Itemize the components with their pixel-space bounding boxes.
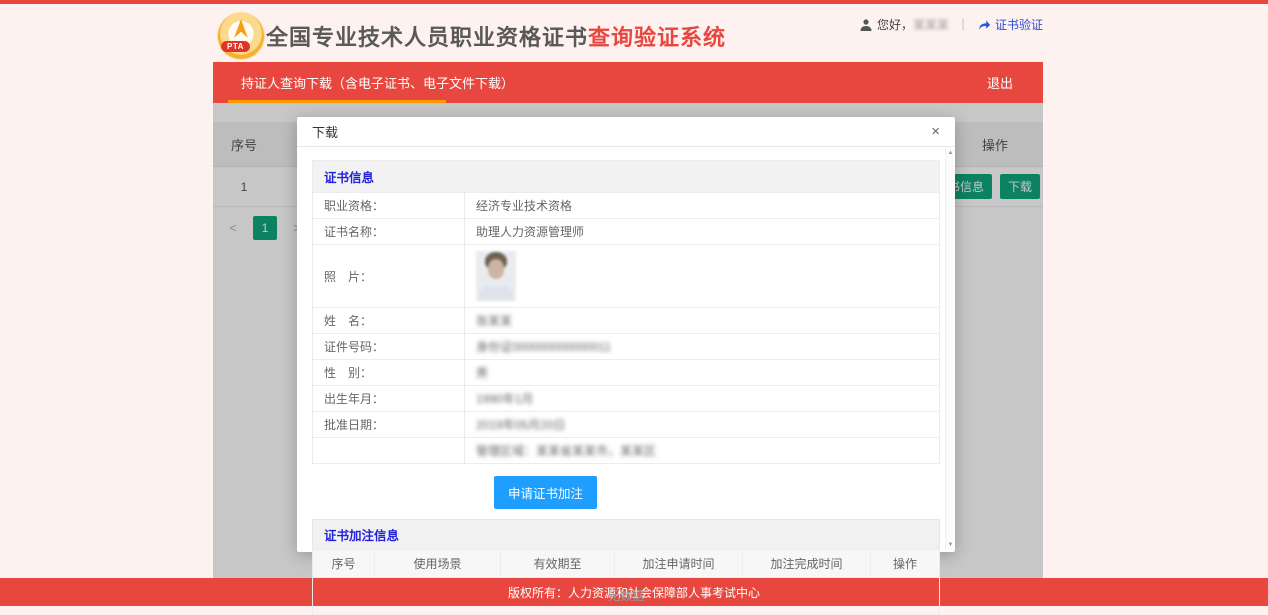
- cert-info-section-title: 证书信息: [312, 160, 940, 193]
- user-info: 您好， 某某某 ｜ 证书验证: [859, 16, 1043, 33]
- cert-label: 证件号码：: [312, 333, 465, 360]
- no-data-text: 无数据: [312, 577, 940, 615]
- annotation-section-title: 证书加注信息: [312, 519, 940, 549]
- cert-label: 职业资格：: [312, 192, 465, 219]
- anno-col-complete-time: 加注完成时间: [742, 549, 871, 578]
- cert-value-masked: 管理区域：某某省某某市，某某区: [464, 437, 940, 464]
- cert-row-qualification: 职业资格： 经济专业技术资格: [312, 192, 940, 219]
- cert-label: 性 别：: [312, 359, 465, 386]
- tab-label: 持证人查询下载（含电子证书、电子文件下载）: [241, 76, 515, 91]
- certificate-info-table: 证书信息 职业资格： 经济专业技术资格 证书名称： 助理人力资源管理师 照 片：: [312, 160, 940, 464]
- cert-label: [312, 437, 465, 464]
- annotation-table: 序号 使用场景 有效期至 加注申请时间 加注完成时间 操作 无数据: [312, 549, 940, 615]
- cert-row-gender: 性 别： 男: [312, 359, 940, 386]
- annotation-empty-row: 无数据: [312, 577, 940, 615]
- photo-face-shape: [488, 259, 504, 279]
- cert-row-id-number: 证件号码： 身份证000000000000011: [312, 333, 940, 360]
- page-header: PTA 全国专业技术人员职业资格证书查询验证系统 您好， 某某某 ｜ 证书验证: [213, 4, 1043, 62]
- cert-verify-link[interactable]: 证书验证: [977, 16, 1043, 33]
- download-modal: 下载 × ▲ ▼ 证书信息 职业资格： 经济专业技术资格 证书名称： 助理人力资…: [297, 117, 955, 615]
- page-title-main: 全国专业技术人员职业资格证书: [266, 25, 589, 50]
- main-nav: 持证人查询下载（含电子证书、电子文件下载） 退出: [213, 62, 1043, 103]
- annotation-table-header: 序号 使用场景 有效期至 加注申请时间 加注完成时间 操作: [312, 549, 940, 578]
- modal-body: 证书信息 职业资格： 经济专业技术资格 证书名称： 助理人力资源管理师 照 片：: [297, 147, 955, 615]
- tab-holder-query-download[interactable]: 持证人查询下载（含电子证书、电子文件下载）: [213, 62, 542, 103]
- modal-header: 下载 ×: [297, 117, 955, 147]
- cert-verify-label: 证书验证: [994, 18, 1043, 32]
- cert-value-masked: 1990年1月: [464, 385, 940, 412]
- brand: PTA 全国专业技术人员职业资格证书查询验证系统: [218, 13, 726, 59]
- cert-row-name: 证书名称： 助理人力资源管理师: [312, 218, 940, 245]
- pta-logo-icon: PTA: [218, 13, 264, 59]
- cert-row-approval-date: 批准日期： 2019年05月20日: [312, 411, 940, 438]
- user-icon: [860, 18, 872, 31]
- separator: ｜: [956, 18, 969, 32]
- cert-label: 出生年月：: [312, 385, 465, 412]
- anno-col-operation: 操作: [870, 549, 940, 578]
- cert-photo-cell: [464, 244, 940, 308]
- greeting-text: 您好，: [876, 18, 913, 32]
- cert-value: 经济专业技术资格: [464, 192, 940, 219]
- anno-col-apply-time: 加注申请时间: [614, 549, 743, 578]
- cert-value-masked: 男: [464, 359, 940, 386]
- apply-annotation-button[interactable]: 申请证书加注: [494, 476, 598, 509]
- cert-value-masked: 身份证000000000000011: [464, 333, 940, 360]
- cert-row-holder-name: 姓 名： 张某某: [312, 307, 940, 334]
- cert-label: 照 片：: [312, 244, 465, 308]
- share-arrow-icon: [979, 19, 991, 30]
- anno-col-valid-until: 有效期至: [500, 549, 615, 578]
- logo-flame-shape: [234, 19, 248, 38]
- anno-col-index: 序号: [312, 549, 375, 578]
- cert-info-section-header: 证书信息: [312, 160, 940, 193]
- cert-label: 姓 名：: [312, 307, 465, 334]
- modal-scrollbar[interactable]: ▲ ▼: [945, 148, 954, 550]
- username-masked: 某某某: [912, 18, 949, 32]
- scrollbar-up-icon[interactable]: ▲: [946, 148, 955, 158]
- page-title-accent: 查询验证系统: [588, 25, 727, 50]
- cert-value: 助理人力资源管理师: [464, 218, 940, 245]
- page-title: 全国专业技术人员职业资格证书查询验证系统: [266, 20, 726, 52]
- photo-shirt-shape: [479, 286, 513, 301]
- cert-label: 批准日期：: [312, 411, 465, 438]
- logo-banner-text: PTA: [221, 41, 250, 52]
- modal-title: 下载: [312, 125, 339, 140]
- holder-photo: [476, 251, 516, 301]
- cert-value-masked: 张某某: [464, 307, 940, 334]
- cert-row-photo: 照 片：: [312, 244, 940, 308]
- scrollbar-down-icon[interactable]: ▼: [946, 540, 955, 550]
- cert-value-masked: 2019年05月20日: [464, 411, 940, 438]
- cert-row-birth: 出生年月： 1990年1月: [312, 385, 940, 412]
- cert-label: 证书名称：: [312, 218, 465, 245]
- anno-col-scene: 使用场景: [374, 549, 501, 578]
- close-icon[interactable]: ×: [931, 124, 940, 139]
- cert-row-region: 管理区域：某某省某某市，某某区: [312, 437, 940, 464]
- logout-button[interactable]: 退出: [987, 73, 1013, 92]
